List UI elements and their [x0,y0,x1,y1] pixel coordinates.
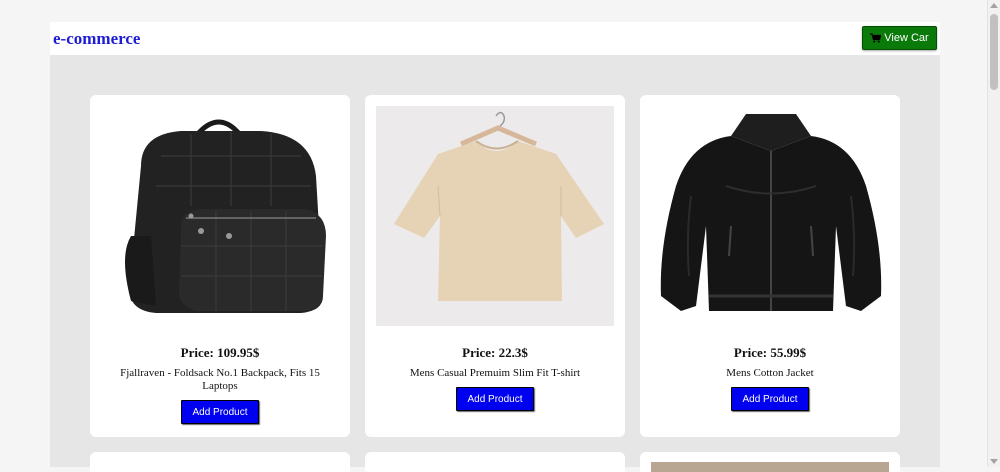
product-card-partial [640,452,900,472]
product-image-jacket[interactable] [651,106,889,326]
page-scrollbar[interactable] [987,0,1000,467]
page-container: e-commerce View Car Price: 109.95$ Fjall… [50,22,940,472]
product-title: Mens Cotton Jacket [726,367,814,379]
product-price: Price: 22.3$ [462,345,528,360]
scroll-thumb[interactable] [990,14,998,90]
navbar: e-commerce View Car [50,22,940,55]
view-cart-button[interactable]: View Car [862,26,937,50]
product-price: Price: 55.99$ [733,345,807,360]
add-product-button[interactable]: Add Product [456,387,534,411]
product-card: Price: 22.3$ Mens Casual Premuim Slim Fi… [365,95,625,437]
backpack-image [101,106,339,326]
brand-logo[interactable]: e-commerce [53,29,140,49]
product-card: Price: 55.99$ Mens Cotton Jacket Add Pro… [640,95,900,437]
add-product-button[interactable]: Add Product [181,400,259,424]
product-title: Mens Casual Premuim Slim Fit T-shirt [409,367,581,379]
add-product-label: Add Product [467,393,523,405]
product-title: Fjallraven - Foldsack No.1 Backpack, Fit… [120,367,320,392]
browser-top-strip [0,0,988,22]
add-product-label: Add Product [192,406,248,418]
scroll-up-icon[interactable] [990,3,998,8]
product-price: Price: 109.95$ [180,345,260,360]
product-image-tshirt[interactable] [376,106,614,326]
product-card: Price: 109.95$ Fjallraven - Foldsack No.… [90,95,350,437]
cart-icon [870,33,882,43]
tshirt-image [376,106,614,326]
view-cart-label: View Car [884,32,929,44]
product-image-partial [651,462,889,472]
add-product-button[interactable]: Add Product [731,387,809,411]
scroll-down-icon[interactable] [990,459,998,464]
product-image-backpack[interactable] [101,106,339,326]
product-card-partial [90,452,350,472]
product-card-partial [365,452,625,472]
add-product-label: Add Product [742,393,798,405]
jacket-image [651,106,889,326]
